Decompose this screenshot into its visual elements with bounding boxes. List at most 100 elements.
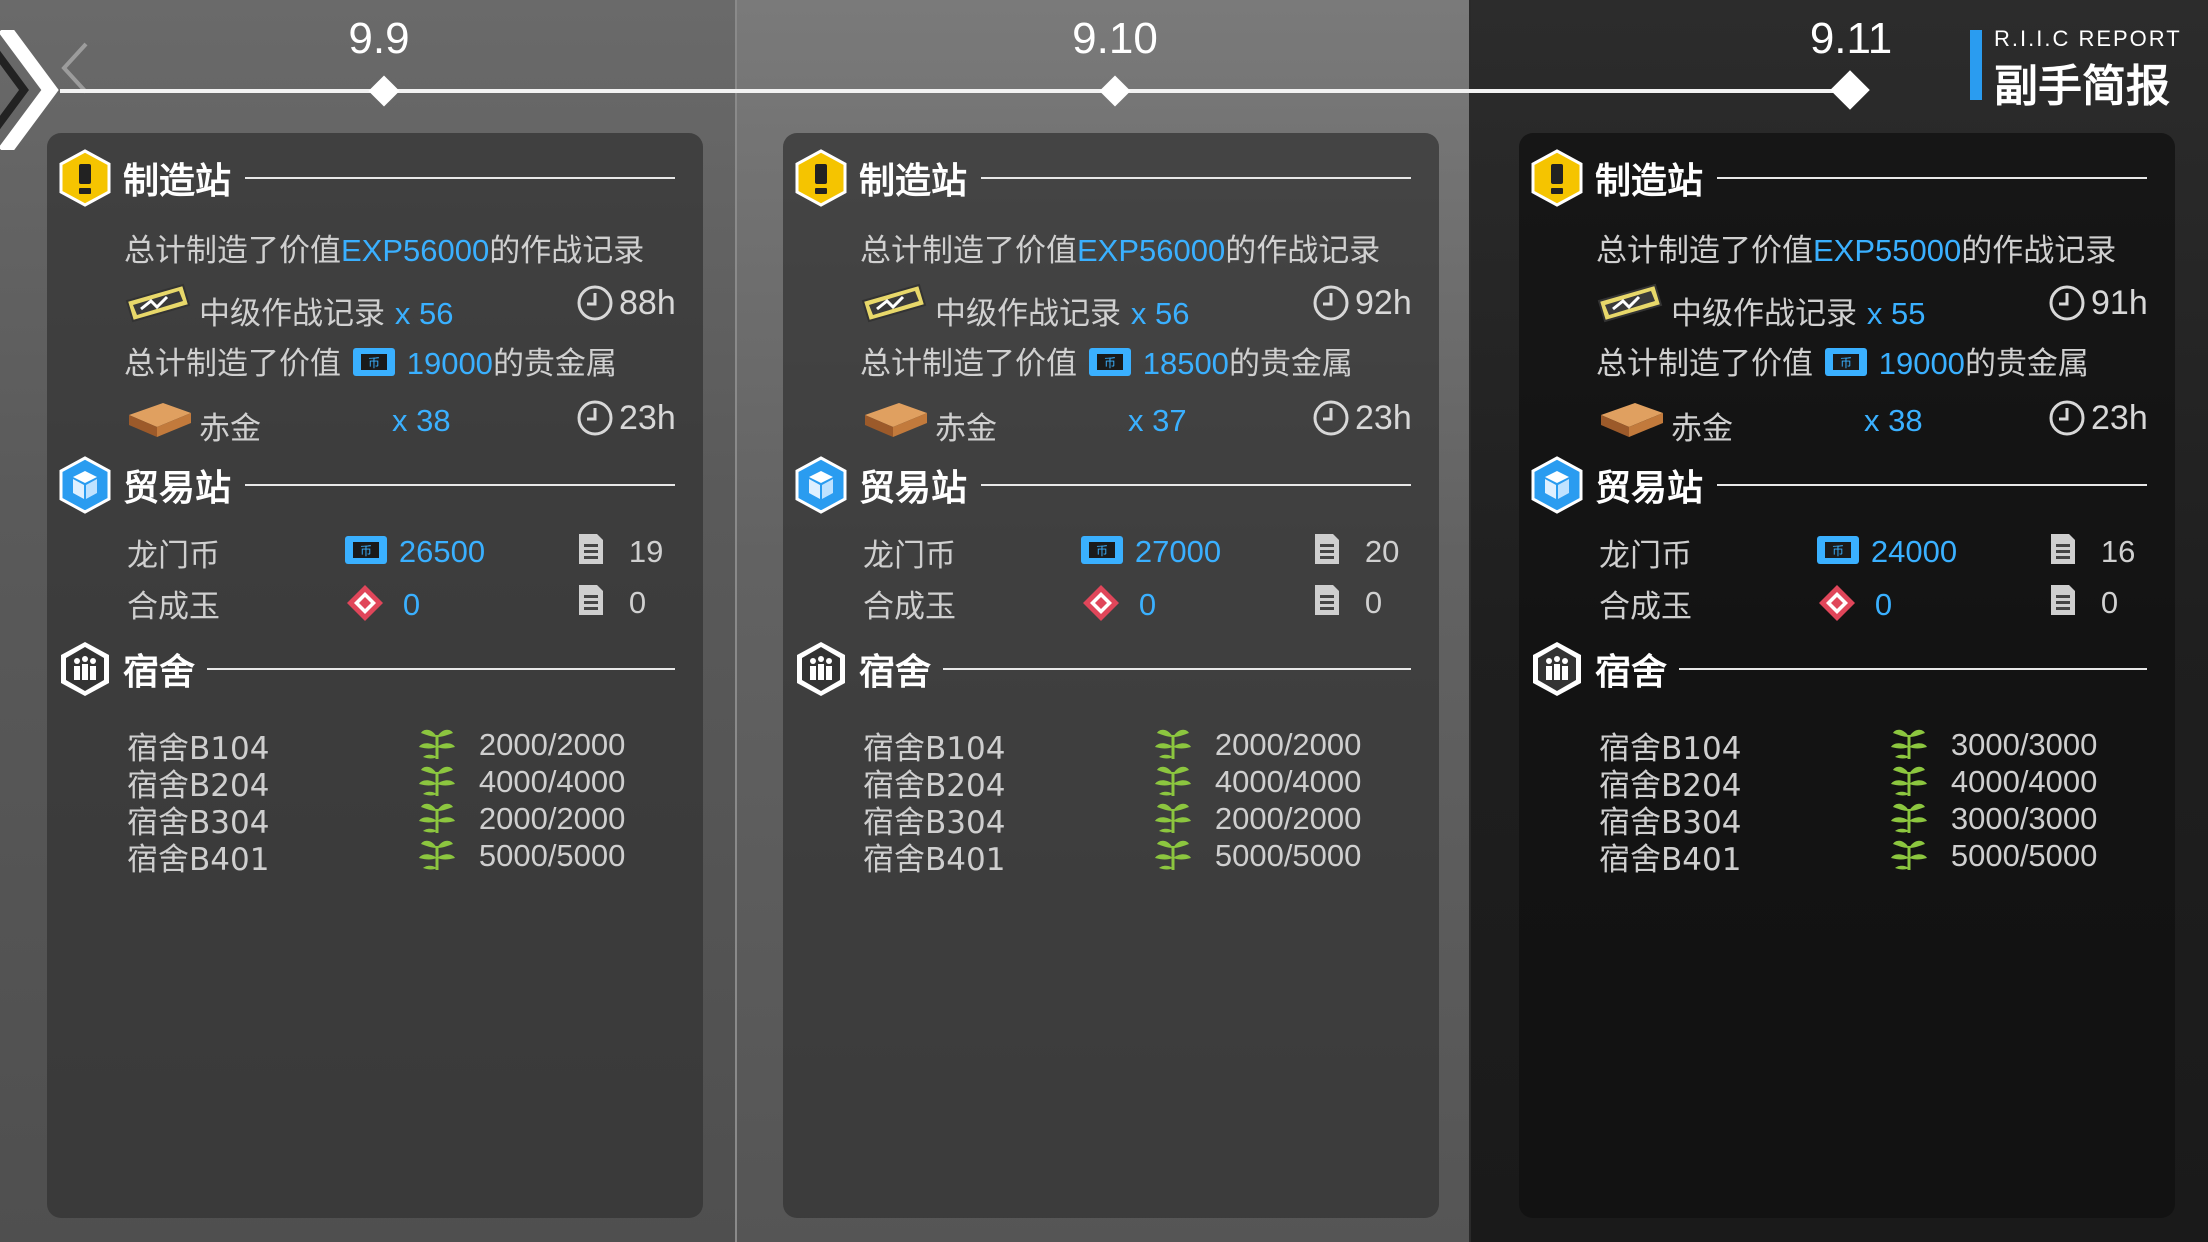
record-time-value: 92h <box>1355 283 1412 322</box>
gold-value: 19000 <box>406 346 493 381</box>
clock-icon <box>1313 285 1349 321</box>
section-divider <box>245 177 675 179</box>
leaf-icon <box>419 729 455 759</box>
lmd-ticket-icon: 币 <box>1081 536 1123 564</box>
record-row: 中级作战记录 x 55 <box>1671 288 1925 333</box>
exp-summary: 总计制造了价值EXP56000的作战记录 <box>860 225 1380 270</box>
orundum-orders: 0 <box>2100 585 2119 620</box>
gold-summary: 总计制造了价值 币 19000的贵金属 <box>124 338 617 383</box>
record-count: x 55 <box>1866 296 1926 331</box>
section-manufacture: 制造站 <box>57 148 675 208</box>
section-trade-title: 贸易站 <box>1595 468 1704 509</box>
dorm-mood-value: 4000/4000 <box>478 764 626 799</box>
orundum-cell: 0 <box>1081 583 1156 623</box>
lmd-cell: 币 24000 <box>1815 532 1957 570</box>
exp-summary: 总计制造了价值EXP55000的作战记录 <box>1596 225 2116 270</box>
orundum-cell: 0 <box>1817 583 1892 623</box>
orundum-icon <box>347 585 383 621</box>
orundum-orders-cell: 0 <box>1313 583 1382 621</box>
exp-value: EXP55000 <box>1813 233 1962 268</box>
battle-record-icon <box>125 283 191 323</box>
exp-value: EXP56000 <box>341 233 490 268</box>
dorm-mood-value: 2000/2000 <box>478 727 626 762</box>
dorm-icon <box>61 642 109 696</box>
gold-row: 赤金 <box>1671 403 1733 448</box>
gold-count-cell: x 38 <box>1864 403 1923 439</box>
section-dorm: 宿舍 <box>1529 639 2147 699</box>
exp-summary-prefix: 总计制造了价值 <box>1596 233 1813 269</box>
exp-summary-prefix: 总计制造了价值 <box>860 233 1077 269</box>
section-trade-title: 贸易站 <box>123 468 232 509</box>
order-doc-icon <box>579 585 603 615</box>
gold-time: 23h <box>575 398 676 438</box>
dorm-mood-cell: 3000/3000 <box>1889 723 2097 763</box>
exp-summary-suffix: 的作战记录 <box>1961 233 2117 269</box>
leaf-icon <box>1891 803 1927 833</box>
gold-time-value: 23h <box>619 398 676 437</box>
exp-value: EXP56000 <box>1077 233 1226 268</box>
gold-bar-icon <box>865 403 927 437</box>
dorm-mood-cell: 4000/4000 <box>417 760 625 800</box>
dorm-mood-cell: 4000/4000 <box>1889 760 2097 800</box>
dorm-mood-value: 4000/4000 <box>1214 764 1362 799</box>
section-divider <box>981 177 1411 179</box>
dorm-mood-cell: 2000/2000 <box>1153 797 1361 837</box>
timeline-line <box>60 89 1848 93</box>
section-dorm-title: 宿舍 <box>123 652 196 693</box>
orundum-value: 0 <box>402 587 421 622</box>
dorm-mood-value: 5000/5000 <box>478 838 626 873</box>
lmd-ticket-icon: 币 <box>352 348 395 376</box>
battle-record-icon <box>861 283 927 323</box>
section-trade: 贸易站 <box>793 455 1411 515</box>
svg-text:币: 币 <box>360 544 372 558</box>
gold-summary-suffix: 的贵金属 <box>492 346 617 382</box>
gold-summary: 总计制造了价值 币 19000的贵金属 <box>1596 338 2089 383</box>
back-arrow-icon[interactable] <box>0 30 60 150</box>
timeline-date-1[interactable]: 9.9 <box>279 14 479 64</box>
timeline-date-2[interactable]: 9.10 <box>1015 14 1215 64</box>
day-panel-2: 制造站 总计制造了价值EXP56000的作战记录 中级作战记录 x 56 92h… <box>783 133 1439 1218</box>
gold-count-cell: x 37 <box>1128 403 1187 439</box>
section-dorm: 宿舍 <box>793 639 1411 699</box>
lmd-cell: 币 26500 <box>343 532 485 570</box>
dorm-mood-value: 5000/5000 <box>1950 838 2098 873</box>
orundum-icon <box>1819 585 1855 621</box>
order-doc-icon <box>2051 534 2075 564</box>
gold-time: 23h <box>2047 398 2148 438</box>
gold-count: x 38 <box>1864 403 1923 438</box>
lmd-orders-cell: 16 <box>2049 532 2135 570</box>
leaf-icon <box>1155 729 1191 759</box>
section-manufacture-title: 制造站 <box>123 161 232 202</box>
gold-time-value: 23h <box>2091 398 2148 437</box>
gold-summary-prefix: 总计制造了价值 <box>1596 346 1813 382</box>
section-trade-title: 贸易站 <box>859 468 968 509</box>
timeline-date-3[interactable]: 9.11 <box>1751 14 1951 64</box>
dorm-icon <box>1533 642 1581 696</box>
lmd-ticket-icon: 币 <box>1088 348 1131 376</box>
dorm-name: 宿舍B401 <box>1599 842 1742 878</box>
lmd-label: 龙门币 <box>127 538 220 574</box>
leaf-icon <box>1891 840 1927 870</box>
dorm-mood-cell: 5000/5000 <box>1153 834 1361 874</box>
exp-summary-suffix: 的作战记录 <box>1225 233 1381 269</box>
orundum-label: 合成玉 <box>863 589 956 625</box>
svg-text:币: 币 <box>1104 356 1116 370</box>
trade-icon <box>1531 456 1583 514</box>
orundum-value: 0 <box>1138 587 1157 622</box>
gold-value: 19000 <box>1878 346 1965 381</box>
report-title-en: R.I.I.C REPORT <box>1994 26 2182 51</box>
day-panel-1: 制造站 总计制造了价值EXP56000的作战记录 中级作战记录 x 56 88h… <box>47 133 703 1218</box>
record-time-value: 91h <box>2091 283 2148 322</box>
trade-icon <box>59 456 111 514</box>
dorm-mood-value: 3000/3000 <box>1950 801 2098 836</box>
chevron-left-icon[interactable] <box>56 40 92 96</box>
leaf-icon <box>1155 840 1191 870</box>
dorm-mood-value: 3000/3000 <box>1950 727 2098 762</box>
record-count: x 56 <box>1130 296 1190 331</box>
lmd-value: 26500 <box>398 534 486 569</box>
record-row: 中级作战记录 x 56 <box>935 288 1189 333</box>
leaf-icon <box>419 803 455 833</box>
lmd-orders: 19 <box>628 534 664 569</box>
svg-text:币: 币 <box>1832 544 1844 558</box>
clock-icon <box>1313 400 1349 436</box>
